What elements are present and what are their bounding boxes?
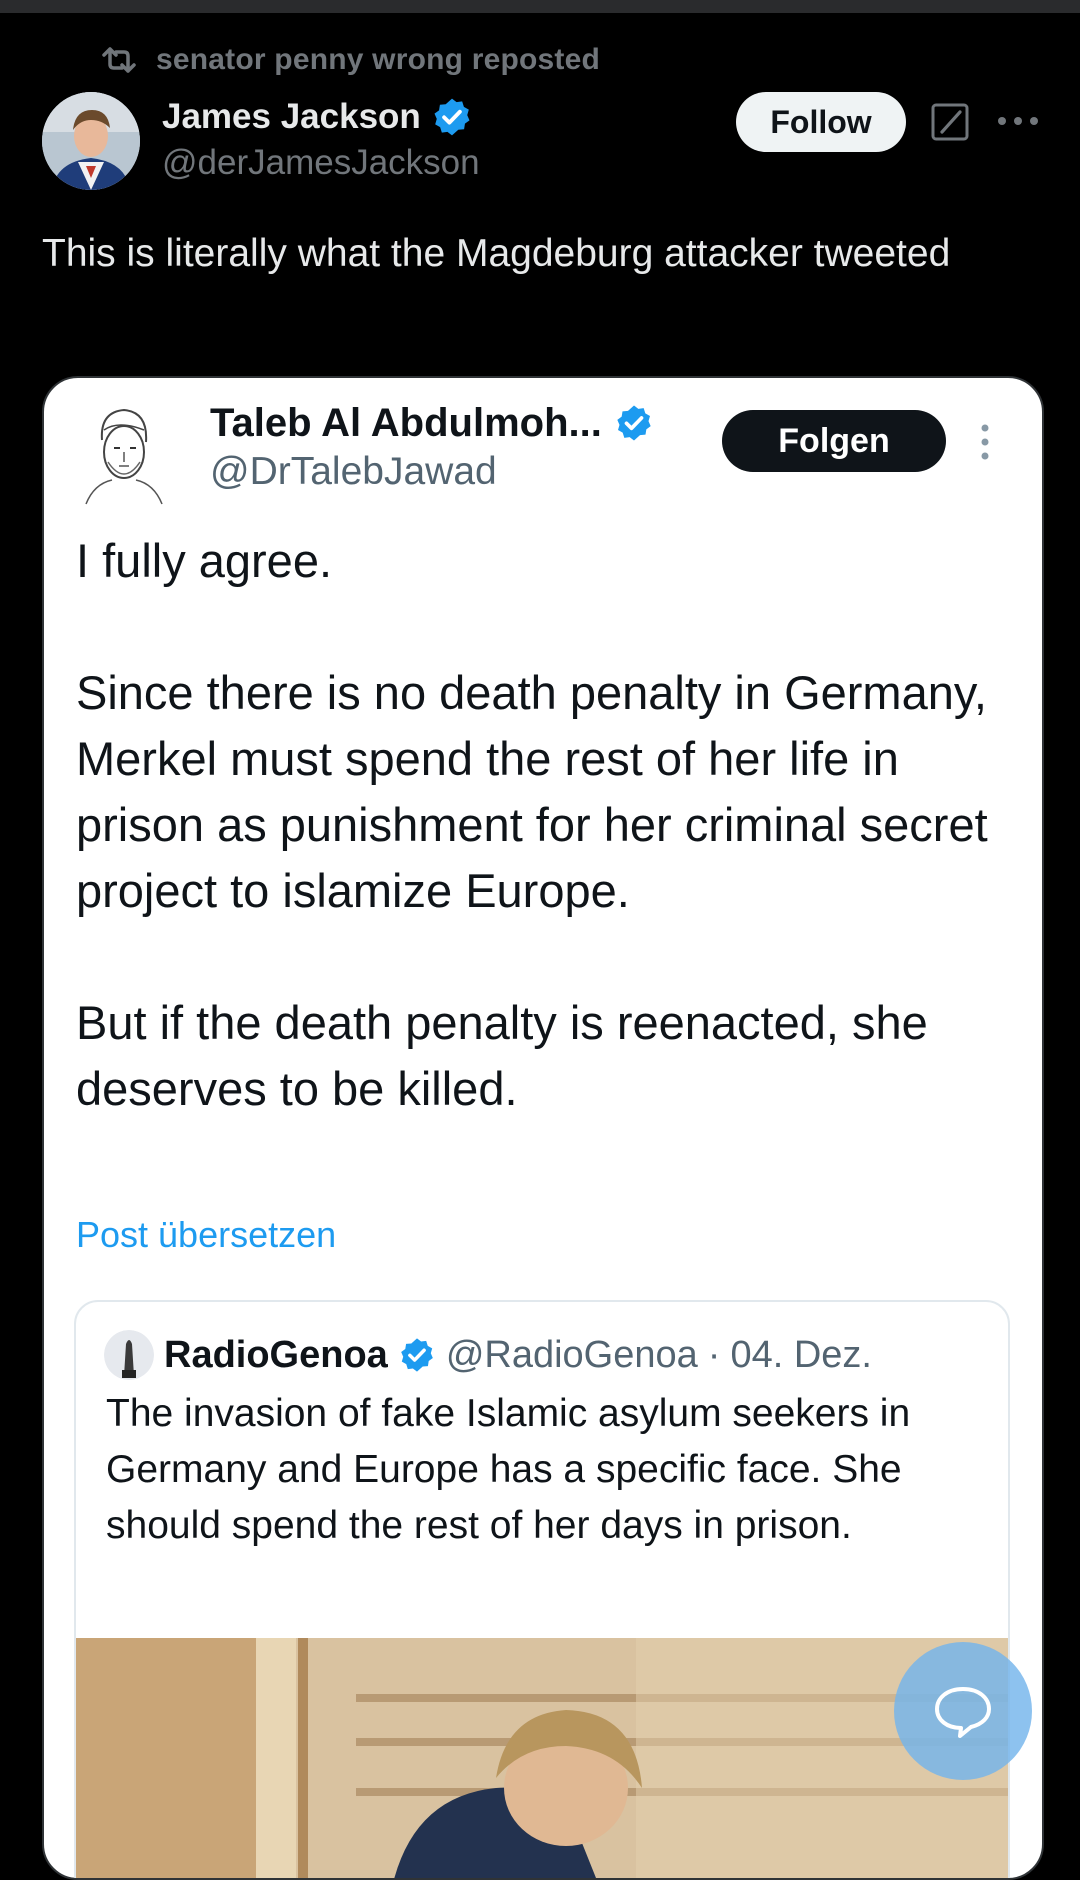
chat-bubble-icon	[935, 1687, 991, 1738]
embedded-author-handle: @DrTalebJawad	[210, 450, 497, 493]
more-horizontal-icon[interactable]	[994, 106, 1042, 136]
translate-link: Post übersetzen	[76, 1214, 337, 1255]
avatar-image	[42, 92, 140, 190]
grok-icon[interactable]	[930, 102, 970, 142]
verified-badge-icon	[434, 98, 470, 136]
repost-text: senator penny wrong reposted	[156, 43, 600, 76]
status-bar	[0, 0, 1080, 13]
embedded-author-name: Taleb Al Abdulmoh...	[210, 400, 602, 445]
verified-badge-icon	[617, 405, 651, 441]
repost-icon	[102, 47, 136, 73]
post-text: This is literally what the Magdeburg att…	[42, 232, 951, 275]
repost-indicator[interactable]: senator penny wrong reposted	[100, 40, 600, 80]
quoted-tweet-header: RadioGenoa @RadioGenoa · 04. Dez.	[104, 1328, 872, 1382]
quoted-tweet: RadioGenoa @RadioGenoa · 04. Dez. The in…	[74, 1300, 1010, 1878]
quoted-author-name: RadioGenoa	[164, 1333, 388, 1376]
embedded-follow-button: Folgen	[722, 410, 946, 472]
author-handle[interactable]: @derJamesJackson	[162, 143, 480, 183]
follow-button[interactable]: Follow	[736, 92, 906, 152]
chat-fab-button[interactable]	[894, 1642, 1032, 1780]
author-name-row: James Jackson	[162, 94, 473, 140]
more-vertical-icon	[981, 424, 989, 460]
sketch-avatar	[85, 408, 163, 505]
embedded-name-row: Taleb Al Abdulmoh...	[210, 398, 654, 448]
embedded-tweet-body: I fully agree. Since there is no death p…	[76, 534, 988, 1115]
quoted-avatar	[104, 1330, 154, 1380]
quoted-tweet-body: The invasion of fake Islamic asylum seek…	[106, 1392, 911, 1547]
author-avatar[interactable]	[42, 92, 140, 190]
verified-badge-icon	[400, 1338, 433, 1372]
author-name[interactable]: James Jackson	[162, 97, 421, 137]
quoted-separator: ·	[707, 1333, 721, 1376]
embedded-screenshot-card[interactable]: Taleb Al Abdulmoh... @DrTalebJawad Folge…	[42, 376, 1044, 1880]
quoted-date: 04. Dez.	[730, 1333, 872, 1376]
quoted-author-handle: @RadioGenoa	[445, 1333, 698, 1376]
quoted-photo	[76, 1638, 1008, 1878]
